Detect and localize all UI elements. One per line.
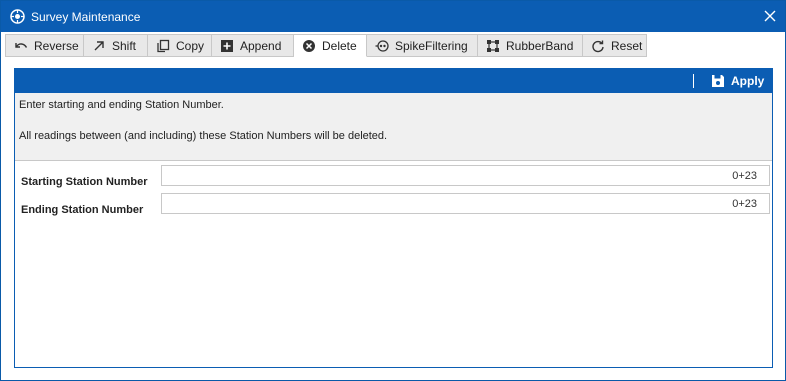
tab-rubberband[interactable]: RubberBand bbox=[478, 34, 583, 57]
tab-append[interactable]: Append bbox=[212, 34, 294, 57]
window-title: Survey Maintenance bbox=[31, 9, 141, 24]
instruction-text: Enter starting and ending Station Number… bbox=[19, 99, 224, 111]
close-circle-icon bbox=[302, 39, 316, 53]
tab-label: Append bbox=[240, 38, 282, 53]
apply-button[interactable]: Apply bbox=[711, 69, 764, 93]
panel-toolbar: Apply bbox=[15, 69, 772, 93]
warning-text: All readings between (and including) the… bbox=[19, 130, 388, 142]
instructions-panel: Enter starting and ending Station Number… bbox=[15, 93, 772, 161]
tab-label: Delete bbox=[322, 38, 357, 53]
starting-station-label: Starting Station Number bbox=[21, 176, 148, 188]
tab-label: Shift bbox=[112, 38, 137, 53]
tab-label: Reverse bbox=[34, 38, 79, 53]
tab-label: Copy bbox=[176, 38, 205, 53]
save-icon bbox=[711, 74, 725, 88]
tab-copy[interactable]: Copy bbox=[148, 34, 212, 57]
toolbar-divider bbox=[693, 74, 694, 88]
tab-reset[interactable]: Reset bbox=[583, 34, 647, 57]
arrow-up-right-icon bbox=[92, 39, 106, 53]
tab-reverse[interactable]: Reverse bbox=[5, 34, 84, 57]
app-icon bbox=[10, 9, 25, 24]
survey-maintenance-window: Survey Maintenance Reverse Shift Copy Ap… bbox=[0, 0, 786, 381]
tab-label: Reset bbox=[611, 38, 643, 53]
tab-label: SpikeFiltering bbox=[395, 38, 468, 53]
refresh-icon bbox=[591, 39, 605, 53]
tab-label: RubberBand bbox=[506, 38, 574, 53]
spike-filter-icon bbox=[375, 39, 389, 53]
title-bar: Survey Maintenance bbox=[1, 1, 785, 32]
rubberband-icon bbox=[486, 39, 500, 53]
delete-panel: Apply Enter starting and ending Station … bbox=[14, 68, 773, 368]
copy-icon bbox=[156, 39, 170, 53]
ending-station-label: Ending Station Number bbox=[21, 204, 144, 216]
tab-strip: Reverse Shift Copy Append Delete SpikeFi… bbox=[5, 34, 647, 57]
ending-station-input[interactable] bbox=[161, 193, 770, 214]
apply-label: Apply bbox=[731, 74, 765, 88]
tab-delete[interactable]: Delete bbox=[294, 34, 367, 57]
tab-spikefiltering[interactable]: SpikeFiltering bbox=[367, 34, 478, 57]
tab-shift[interactable]: Shift bbox=[84, 34, 148, 57]
close-button[interactable] bbox=[761, 7, 779, 25]
starting-station-input[interactable] bbox=[161, 165, 770, 186]
undo-icon bbox=[14, 39, 28, 53]
close-icon bbox=[764, 10, 776, 22]
plus-box-icon bbox=[220, 39, 234, 53]
